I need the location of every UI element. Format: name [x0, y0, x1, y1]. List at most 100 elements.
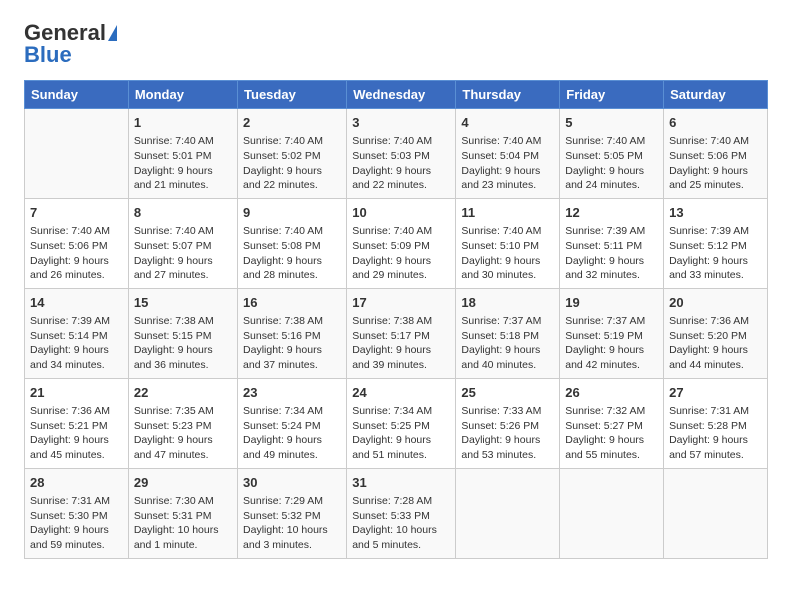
calendar-cell: 31 Sunrise: 7:28 AM Sunset: 5:33 PM Dayli… [347, 468, 456, 558]
calendar-cell: 24Sunrise: 7:34 AM Sunset: 5:25 PM Dayli… [347, 378, 456, 468]
calendar-cell [664, 468, 768, 558]
calendar-cell: 15Sunrise: 7:38 AM Sunset: 5:15 PM Dayli… [128, 288, 237, 378]
day-info: Sunrise: 7:39 AM Sunset: 5:11 PM Dayligh… [565, 224, 658, 283]
day-number: 2 [243, 114, 341, 132]
day-info: Sunrise: 7:40 AM Sunset: 5:07 PM Dayligh… [134, 224, 232, 283]
day-number: 3 [352, 114, 450, 132]
day-info: Sunrise: 7:40 AM Sunset: 5:03 PM Dayligh… [352, 134, 450, 193]
day-number: 10 [352, 204, 450, 222]
calendar-cell: 1 Sunrise: 7:40 AM Sunset: 5:01 PM Daylig… [128, 109, 237, 199]
header-day-monday: Monday [128, 81, 237, 109]
day-info: Sunrise: 7:29 AM Sunset: 5:32 PM Dayligh… [243, 494, 341, 553]
calendar-cell: 17Sunrise: 7:38 AM Sunset: 5:17 PM Dayli… [347, 288, 456, 378]
day-info: Sunrise: 7:35 AM Sunset: 5:23 PM Dayligh… [134, 404, 232, 463]
day-number: 8 [134, 204, 232, 222]
day-number: 1 [134, 114, 232, 132]
header-day-saturday: Saturday [664, 81, 768, 109]
calendar-cell: 11Sunrise: 7:40 AM Sunset: 5:10 PM Dayli… [456, 198, 560, 288]
calendar-cell: 7Sunrise: 7:40 AM Sunset: 5:06 PM Daylig… [25, 198, 129, 288]
day-info: Sunrise: 7:37 AM Sunset: 5:18 PM Dayligh… [461, 314, 554, 373]
calendar-cell: 18 Sunrise: 7:37 AM Sunset: 5:18 PM Dayli… [456, 288, 560, 378]
day-info: Sunrise: 7:30 AM Sunset: 5:31 PM Dayligh… [134, 494, 232, 553]
calendar-week-row: 21 Sunrise: 7:36 AM Sunset: 5:21 PM Dayli… [25, 378, 768, 468]
calendar-cell: 26 Sunrise: 7:32 AM Sunset: 5:27 PM Dayli… [560, 378, 664, 468]
header-day-thursday: Thursday [456, 81, 560, 109]
calendar-cell: 14 Sunrise: 7:39 AM Sunset: 5:14 PM Dayli… [25, 288, 129, 378]
day-info: Sunrise: 7:31 AM Sunset: 5:28 PM Dayligh… [669, 404, 762, 463]
day-number: 20 [669, 294, 762, 312]
calendar-cell: 13 Sunrise: 7:39 AM Sunset: 5:12 PM Dayli… [664, 198, 768, 288]
day-number: 9 [243, 204, 341, 222]
day-info: Sunrise: 7:33 AM Sunset: 5:26 PM Dayligh… [461, 404, 554, 463]
day-info: Sunrise: 7:40 AM Sunset: 5:06 PM Dayligh… [30, 224, 123, 283]
header-day-friday: Friday [560, 81, 664, 109]
day-number: 31 [352, 474, 450, 492]
calendar-cell: 5 Sunrise: 7:40 AM Sunset: 5:05 PM Daylig… [560, 109, 664, 199]
day-info: Sunrise: 7:38 AM Sunset: 5:16 PM Dayligh… [243, 314, 341, 373]
day-number: 17 [352, 294, 450, 312]
day-info: Sunrise: 7:40 AM Sunset: 5:09 PM Dayligh… [352, 224, 450, 283]
day-info: Sunrise: 7:38 AM Sunset: 5:15 PM Dayligh… [134, 314, 232, 373]
day-number: 27 [669, 384, 762, 402]
calendar-cell: 20 Sunrise: 7:36 AM Sunset: 5:20 PM Dayli… [664, 288, 768, 378]
calendar-cell: 25 Sunrise: 7:33 AM Sunset: 5:26 PM Dayli… [456, 378, 560, 468]
logo-blue: Blue [24, 42, 72, 68]
calendar-cell [25, 109, 129, 199]
day-info: Sunrise: 7:34 AM Sunset: 5:24 PM Dayligh… [243, 404, 341, 463]
day-number: 11 [461, 204, 554, 222]
day-number: 4 [461, 114, 554, 132]
day-number: 25 [461, 384, 554, 402]
day-info: Sunrise: 7:40 AM Sunset: 5:01 PM Dayligh… [134, 134, 232, 193]
calendar-cell: 3 Sunrise: 7:40 AM Sunset: 5:03 PM Daylig… [347, 109, 456, 199]
calendar-cell [560, 468, 664, 558]
day-number: 23 [243, 384, 341, 402]
day-info: Sunrise: 7:28 AM Sunset: 5:33 PM Dayligh… [352, 494, 450, 553]
calendar-cell: 6Sunrise: 7:40 AM Sunset: 5:06 PM Daylig… [664, 109, 768, 199]
calendar-cell: 4Sunrise: 7:40 AM Sunset: 5:04 PM Daylig… [456, 109, 560, 199]
day-number: 18 [461, 294, 554, 312]
calendar-cell: 23 Sunrise: 7:34 AM Sunset: 5:24 PM Dayli… [238, 378, 347, 468]
day-number: 21 [30, 384, 123, 402]
day-number: 26 [565, 384, 658, 402]
calendar-cell: 16 Sunrise: 7:38 AM Sunset: 5:16 PM Dayli… [238, 288, 347, 378]
calendar-cell: 8 Sunrise: 7:40 AM Sunset: 5:07 PM Daylig… [128, 198, 237, 288]
day-number: 30 [243, 474, 341, 492]
day-info: Sunrise: 7:39 AM Sunset: 5:12 PM Dayligh… [669, 224, 762, 283]
day-number: 24 [352, 384, 450, 402]
day-number: 22 [134, 384, 232, 402]
day-info: Sunrise: 7:40 AM Sunset: 5:02 PM Dayligh… [243, 134, 341, 193]
day-number: 28 [30, 474, 123, 492]
day-info: Sunrise: 7:40 AM Sunset: 5:08 PM Dayligh… [243, 224, 341, 283]
day-number: 6 [669, 114, 762, 132]
calendar-week-row: 14 Sunrise: 7:39 AM Sunset: 5:14 PM Dayli… [25, 288, 768, 378]
page-header: General Blue [24, 20, 768, 68]
calendar-cell: 21 Sunrise: 7:36 AM Sunset: 5:21 PM Dayli… [25, 378, 129, 468]
day-info: Sunrise: 7:36 AM Sunset: 5:21 PM Dayligh… [30, 404, 123, 463]
day-info: Sunrise: 7:37 AM Sunset: 5:19 PM Dayligh… [565, 314, 658, 373]
day-info: Sunrise: 7:31 AM Sunset: 5:30 PM Dayligh… [30, 494, 123, 553]
day-info: Sunrise: 7:39 AM Sunset: 5:14 PM Dayligh… [30, 314, 123, 373]
calendar-cell: 10 Sunrise: 7:40 AM Sunset: 5:09 PM Dayli… [347, 198, 456, 288]
calendar-table: SundayMondayTuesdayWednesdayThursdayFrid… [24, 80, 768, 559]
day-info: Sunrise: 7:32 AM Sunset: 5:27 PM Dayligh… [565, 404, 658, 463]
day-number: 13 [669, 204, 762, 222]
header-day-tuesday: Tuesday [238, 81, 347, 109]
day-number: 29 [134, 474, 232, 492]
logo-triangle-icon [108, 25, 117, 41]
header-day-wednesday: Wednesday [347, 81, 456, 109]
day-number: 19 [565, 294, 658, 312]
day-info: Sunrise: 7:40 AM Sunset: 5:05 PM Dayligh… [565, 134, 658, 193]
calendar-cell: 28 Sunrise: 7:31 AM Sunset: 5:30 PM Dayli… [25, 468, 129, 558]
calendar-cell: 19 Sunrise: 7:37 AM Sunset: 5:19 PM Dayli… [560, 288, 664, 378]
day-number: 5 [565, 114, 658, 132]
calendar-cell: 29 Sunrise: 7:30 AM Sunset: 5:31 PM Dayli… [128, 468, 237, 558]
day-number: 16 [243, 294, 341, 312]
day-number: 14 [30, 294, 123, 312]
calendar-header-row: SundayMondayTuesdayWednesdayThursdayFrid… [25, 81, 768, 109]
day-info: Sunrise: 7:36 AM Sunset: 5:20 PM Dayligh… [669, 314, 762, 373]
header-day-sunday: Sunday [25, 81, 129, 109]
calendar-week-row: 7Sunrise: 7:40 AM Sunset: 5:06 PM Daylig… [25, 198, 768, 288]
calendar-cell: 22 Sunrise: 7:35 AM Sunset: 5:23 PM Dayli… [128, 378, 237, 468]
calendar-week-row: 28 Sunrise: 7:31 AM Sunset: 5:30 PM Dayli… [25, 468, 768, 558]
calendar-cell: 9 Sunrise: 7:40 AM Sunset: 5:08 PM Daylig… [238, 198, 347, 288]
